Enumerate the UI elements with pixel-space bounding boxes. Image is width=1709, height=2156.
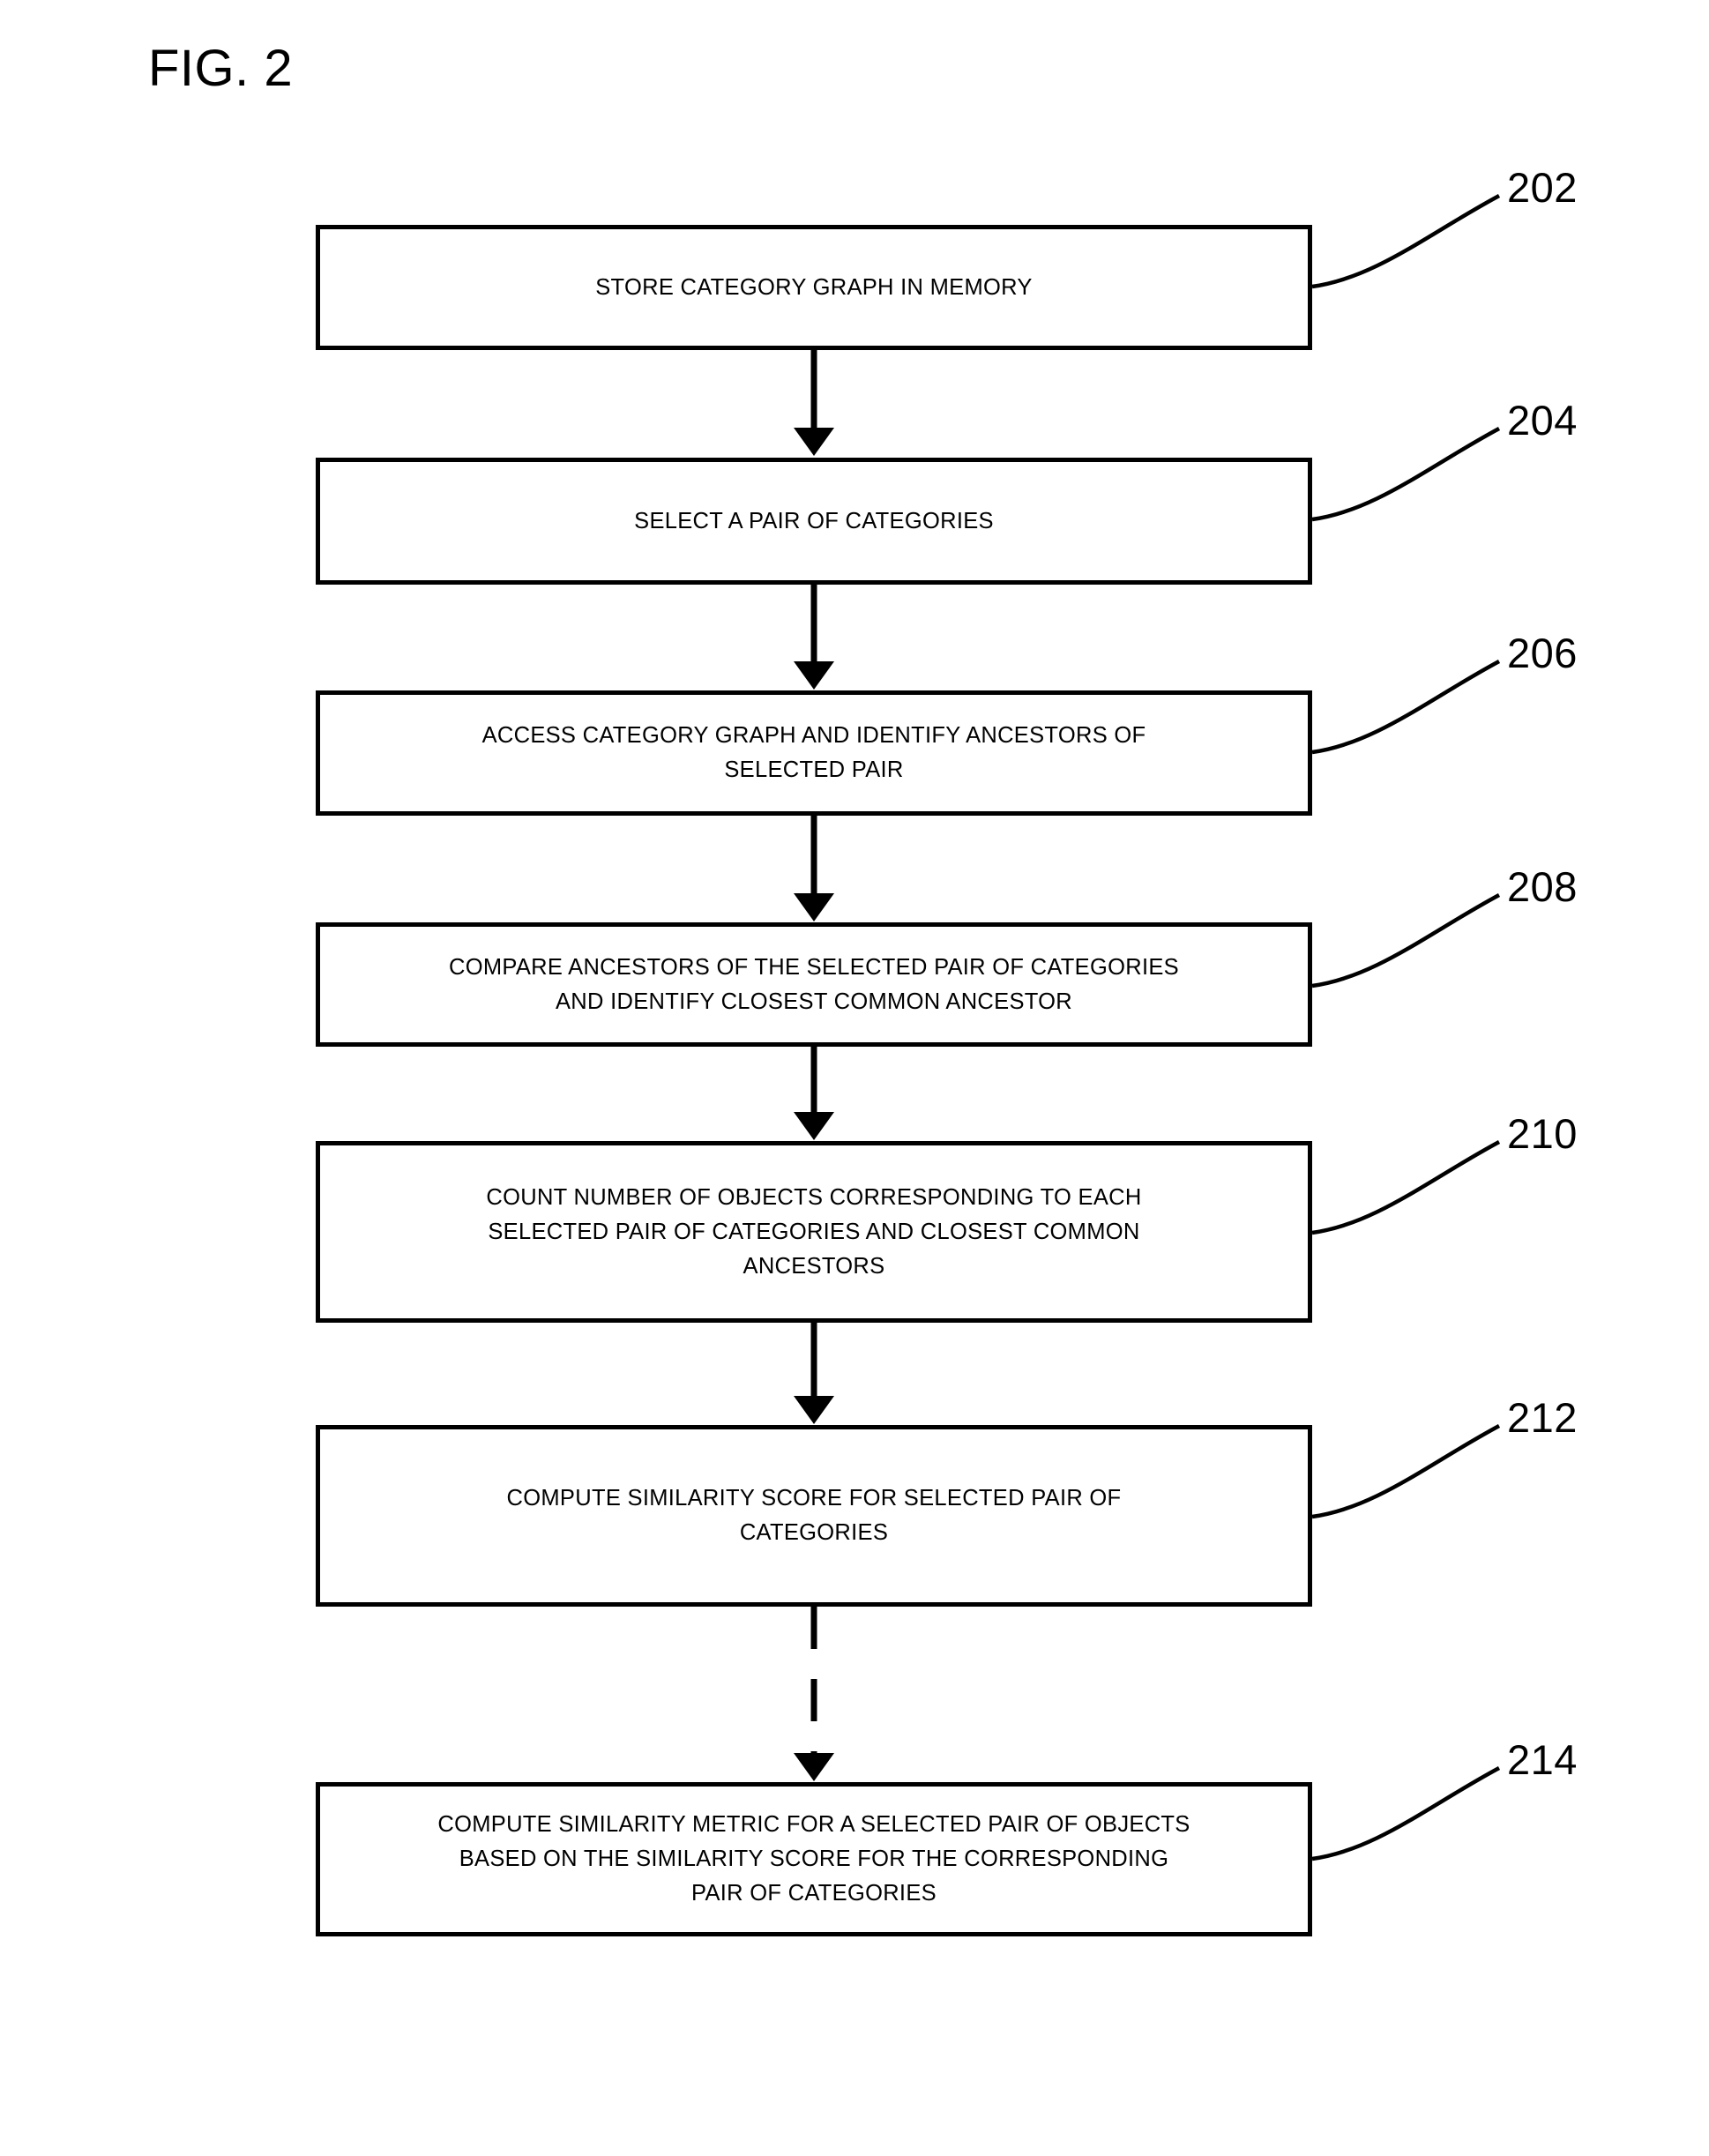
leader-line-212 — [1311, 1424, 1501, 1519]
step-box-214[interactable]: COMPUTE SIMILARITY METRIC FOR A SELECTED… — [316, 1782, 1312, 1936]
leader-line-202 — [1311, 194, 1501, 289]
reference-numeral-206: 206 — [1507, 630, 1578, 676]
arrowhead-204-206 — [794, 661, 834, 690]
reference-numeral-210: 210 — [1507, 1110, 1578, 1157]
step-box-212-label: COMPUTE SIMILARITY SCORE FOR SELECTED PA… — [506, 1486, 1122, 1545]
arrowhead-208-210 — [794, 1112, 834, 1140]
step-box-210-label: COUNT NUMBER OF OBJECTS CORRESPONDING TO… — [486, 1184, 1142, 1279]
reference-numeral-202: 202 — [1507, 164, 1578, 211]
arrowhead-202-204 — [794, 428, 834, 456]
step-box-204-label: SELECT A PAIR OF CATEGORIES — [634, 508, 994, 533]
arrowhead-210-212 — [794, 1396, 834, 1424]
reference-numeral-214: 214 — [1507, 1736, 1578, 1783]
step-box-210[interactable]: COUNT NUMBER OF OBJECTS CORRESPONDING TO… — [316, 1141, 1312, 1323]
step-box-206[interactable]: ACCESS CATEGORY GRAPH AND IDENTIFY ANCES… — [316, 690, 1312, 816]
leader-line-214 — [1311, 1766, 1501, 1861]
step-box-202[interactable]: STORE CATEGORY GRAPH IN MEMORY — [316, 225, 1312, 350]
arrowhead-212-214 — [794, 1753, 834, 1781]
reference-numeral-208: 208 — [1507, 863, 1578, 910]
step-box-208[interactable]: COMPARE ANCESTORS OF THE SELECTED PAIR O… — [316, 922, 1312, 1047]
step-box-214-label: COMPUTE SIMILARITY METRIC FOR A SELECTED… — [437, 1812, 1190, 1906]
leader-line-206 — [1311, 660, 1501, 755]
reference-numeral-212: 212 — [1507, 1394, 1578, 1441]
leader-line-210 — [1311, 1140, 1501, 1235]
step-box-202-label: STORE CATEGORY GRAPH IN MEMORY — [595, 274, 1033, 300]
step-box-212[interactable]: COMPUTE SIMILARITY SCORE FOR SELECTED PA… — [316, 1425, 1312, 1607]
leader-line-208 — [1311, 893, 1501, 988]
step-box-208-label: COMPARE ANCESTORS OF THE SELECTED PAIR O… — [449, 954, 1179, 1014]
reference-numeral-204: 204 — [1507, 397, 1578, 444]
leader-line-204 — [1311, 427, 1501, 522]
arrowhead-206-208 — [794, 893, 834, 921]
step-box-204[interactable]: SELECT A PAIR OF CATEGORIES — [316, 458, 1312, 585]
step-box-206-label: ACCESS CATEGORY GRAPH AND IDENTIFY ANCES… — [481, 723, 1146, 782]
